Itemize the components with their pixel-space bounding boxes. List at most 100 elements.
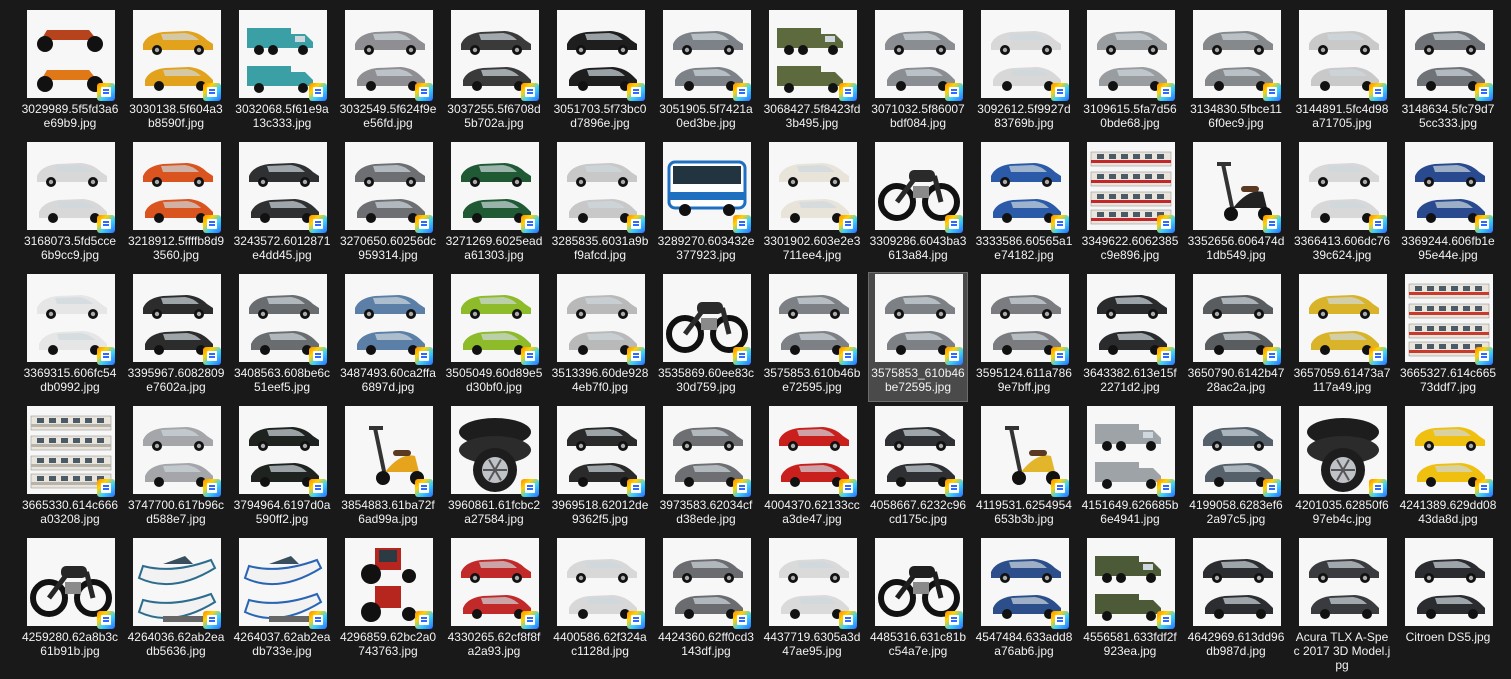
file-item[interactable]: 3168073.5fd5cce6b9cc9.jpg (20, 140, 120, 270)
file-item[interactable]: 3575853.610b46be72595.jpg (762, 272, 862, 402)
file-item[interactable]: 4201035.62850f697eb4c.jpg (1292, 404, 1392, 534)
file-item[interactable]: 4199058.6283ef62a97c5.jpg (1186, 404, 1286, 534)
file-item[interactable]: 3595124.611a7869e7bff.jpg (974, 272, 1074, 402)
file-item[interactable]: 3301902.603e2e3711ee4.jpg (762, 140, 862, 270)
file-item[interactable]: 3032549.5f624f9ee56fd.jpg (338, 8, 438, 138)
file-item[interactable]: 3271269.6025eada61303.jpg (444, 140, 544, 270)
image-viewer-app-icon (1157, 611, 1175, 629)
image-viewer-app-icon (1475, 215, 1493, 233)
image-viewer-app-icon (1475, 347, 1493, 365)
file-name-label: 3218912.5ffffb8d93560.jpg (127, 234, 225, 262)
file-name-label: 4201035.62850f697eb4c.jpg (1295, 498, 1389, 526)
file-item[interactable]: 4437719.6305a3d47ae95.jpg (762, 536, 862, 666)
file-item[interactable]: Citroen DS5.jpg (1398, 536, 1498, 666)
file-item[interactable]: 3051703.5f73bc0d7896e.jpg (550, 8, 650, 138)
file-name-label: 4556581.633fdf2f923ea.jpg (1083, 630, 1177, 658)
file-item[interactable]: 3366413.606dc7639c624.jpg (1292, 140, 1392, 270)
file-item[interactable]: 4547484.633add8a76ab6.jpg (974, 536, 1074, 666)
file-name-label: 4199058.6283ef62a97c5.jpg (1189, 498, 1283, 526)
file-item[interactable]: 3747700.617b96cd588e7.jpg (126, 404, 226, 534)
file-item[interactable]: 4241389.629dd0843da8d.jpg (1398, 404, 1498, 534)
image-viewer-app-icon (1051, 611, 1069, 629)
file-item[interactable]: 3289270.603432e377923.jpg (656, 140, 756, 270)
file-item[interactable]: 3109615.5fa7d560bde68.jpg (1080, 8, 1180, 138)
file-item[interactable]: 3032068.5f61e9a13c333.jpg (232, 8, 332, 138)
file-item[interactable]: 3349622.6062385c9e896.jpg (1080, 140, 1180, 270)
file-name-label: 3657059.61473a7117a49.jpg (1293, 366, 1391, 394)
image-viewer-app-icon (97, 83, 115, 101)
file-item[interactable]: 3575853_610b46be72595.jpg (868, 272, 968, 402)
file-item[interactable]: 3309286.6043ba3613a84.jpg (868, 140, 968, 270)
file-item[interactable]: 3037255.5f6708d5b702a.jpg (444, 8, 544, 138)
file-item[interactable]: 3657059.61473a7117a49.jpg (1292, 272, 1392, 402)
file-item[interactable]: 3285835.6031a9bf9afcd.jpg (550, 140, 650, 270)
file-item[interactable]: 3369244.606fb1e95e44e.jpg (1398, 140, 1498, 270)
file-item[interactable]: 4296859.62bc2a0743763.jpg (338, 536, 438, 666)
file-item[interactable]: 3505049.60d89e5d30bf0.jpg (444, 272, 544, 402)
file-item[interactable]: 3144891.5fc4d98a71705.jpg (1292, 8, 1392, 138)
file-item[interactable]: 4004370.62133cca3de47.jpg (762, 404, 862, 534)
file-name-label: 3747700.617b96cd588e7.jpg (127, 498, 225, 526)
file-item[interactable]: 3960861.61fcbc2a27584.jpg (444, 404, 544, 534)
file-item[interactable]: 3854883.61ba72f6ad99a.jpg (338, 404, 438, 534)
file-item[interactable]: 3068427.5f8423fd3b495.jpg (762, 8, 862, 138)
file-item[interactable]: 3643382.613e15f2271d2.jpg (1080, 272, 1180, 402)
file-name-label: 4330265.62cf8f8fa2a93.jpg (447, 630, 541, 658)
file-item[interactable]: 4400586.62f324ac1128d.jpg (550, 536, 650, 666)
file-item[interactable]: 3243572.6012871e4dd45.jpg (232, 140, 332, 270)
file-item[interactable]: 3408563.608be6c51eef5.jpg (232, 272, 332, 402)
file-item[interactable]: 3333586.60565a1e74182.jpg (974, 140, 1074, 270)
file-item[interactable]: 3051905.5f7421a0ed3be.jpg (656, 8, 756, 138)
image-viewer-app-icon (309, 83, 327, 101)
file-item[interactable]: 4556581.633fdf2f923ea.jpg (1080, 536, 1180, 666)
image-viewer-app-icon (839, 83, 857, 101)
file-item[interactable]: 3029989.5f5fd3a6e69b9.jpg (20, 8, 120, 138)
file-name-label: 3505049.60d89e5d30bf0.jpg (445, 366, 543, 394)
file-item[interactable]: 4119531.6254954653b3b.jpg (974, 404, 1074, 534)
image-viewer-app-icon (203, 479, 221, 497)
file-item[interactable]: 4264037.62ab2eadb733e.jpg (232, 536, 332, 666)
file-item[interactable]: 3352656.606474d1db549.jpg (1186, 140, 1286, 270)
file-item[interactable]: 3665327.614c66573ddf7.jpg (1398, 272, 1498, 402)
file-item[interactable]: 3794964.6197d0a590ff2.jpg (232, 404, 332, 534)
file-item[interactable]: 3270650.60256dc959314.jpg (338, 140, 438, 270)
file-grid[interactable]: 3029989.5f5fd3a6e69b9.jpg 3030138.5f604a… (0, 0, 1511, 679)
file-item[interactable]: 3218912.5ffffb8d93560.jpg (126, 140, 226, 270)
file-item[interactable]: 4330265.62cf8f8fa2a93.jpg (444, 536, 544, 666)
file-item[interactable]: 3092612.5f9927d83769b.jpg (974, 8, 1074, 138)
file-item[interactable]: 4424360.62ff0cd3143df.jpg (656, 536, 756, 666)
file-item[interactable]: 4264036.62ab2eadb5636.jpg (126, 536, 226, 666)
file-item[interactable]: 3973583.62034cfd38ede.jpg (656, 404, 756, 534)
image-viewer-app-icon (945, 611, 963, 629)
file-item[interactable]: 3650790.6142b4728ac2a.jpg (1186, 272, 1286, 402)
file-item[interactable]: 4259280.62a8b3c61b91b.jpg (20, 536, 120, 666)
file-item[interactable]: 3395967.6082809e7602a.jpg (126, 272, 226, 402)
file-item[interactable]: 3369315.606fc54db0992.jpg (20, 272, 120, 402)
file-item[interactable]: 4642969.613dd96db987d.jpg (1186, 536, 1286, 666)
file-name-label: 3051905.5f7421a0ed3be.jpg (659, 102, 753, 130)
image-viewer-app-icon (839, 611, 857, 629)
image-viewer-app-icon (733, 611, 751, 629)
file-item[interactable]: 3134830.5fbce116f0ec9.jpg (1186, 8, 1286, 138)
file-name-label: 4642969.613dd96db987d.jpg (1187, 630, 1285, 658)
file-item[interactable]: 4058667.6232c96cd175c.jpg (868, 404, 968, 534)
file-item[interactable]: 3535869.60ee83c30d759.jpg (656, 272, 756, 402)
image-viewer-app-icon (945, 479, 963, 497)
file-name-label: 3068427.5f8423fd3b495.jpg (763, 102, 861, 130)
file-item[interactable]: 3030138.5f604a3b8590f.jpg (126, 8, 226, 138)
file-item[interactable]: 3665330.614c666a03208.jpg (20, 404, 120, 534)
file-item[interactable]: 3969518.62012de9362f5.jpg (550, 404, 650, 534)
file-item[interactable]: 3071032.5f86007bdf084.jpg (868, 8, 968, 138)
file-name-label: 3285835.6031a9bf9afcd.jpg (551, 234, 649, 262)
file-item[interactable]: 3513396.60de9284eb7f0.jpg (550, 272, 650, 402)
image-viewer-app-icon (945, 83, 963, 101)
file-item[interactable]: 3487493.60ca2ffa6897d.jpg (338, 272, 438, 402)
file-item[interactable]: 3148634.5fc79d75cc333.jpg (1398, 8, 1498, 138)
file-name-label: 3271269.6025eada61303.jpg (445, 234, 543, 262)
file-name-label: 4058667.6232c96cd175c.jpg (869, 498, 967, 526)
file-item[interactable]: Acura TLX A-Spec 2017 3D Model.jpg (1292, 536, 1392, 672)
file-name-label: 3168073.5fd5cce6b9cc9.jpg (23, 234, 117, 262)
file-item[interactable]: 4151649.626685b6e4941.jpg (1080, 404, 1180, 534)
file-item[interactable]: 4485316.631c81bc54a7e.jpg (868, 536, 968, 666)
car-thumbnail (1193, 538, 1281, 626)
